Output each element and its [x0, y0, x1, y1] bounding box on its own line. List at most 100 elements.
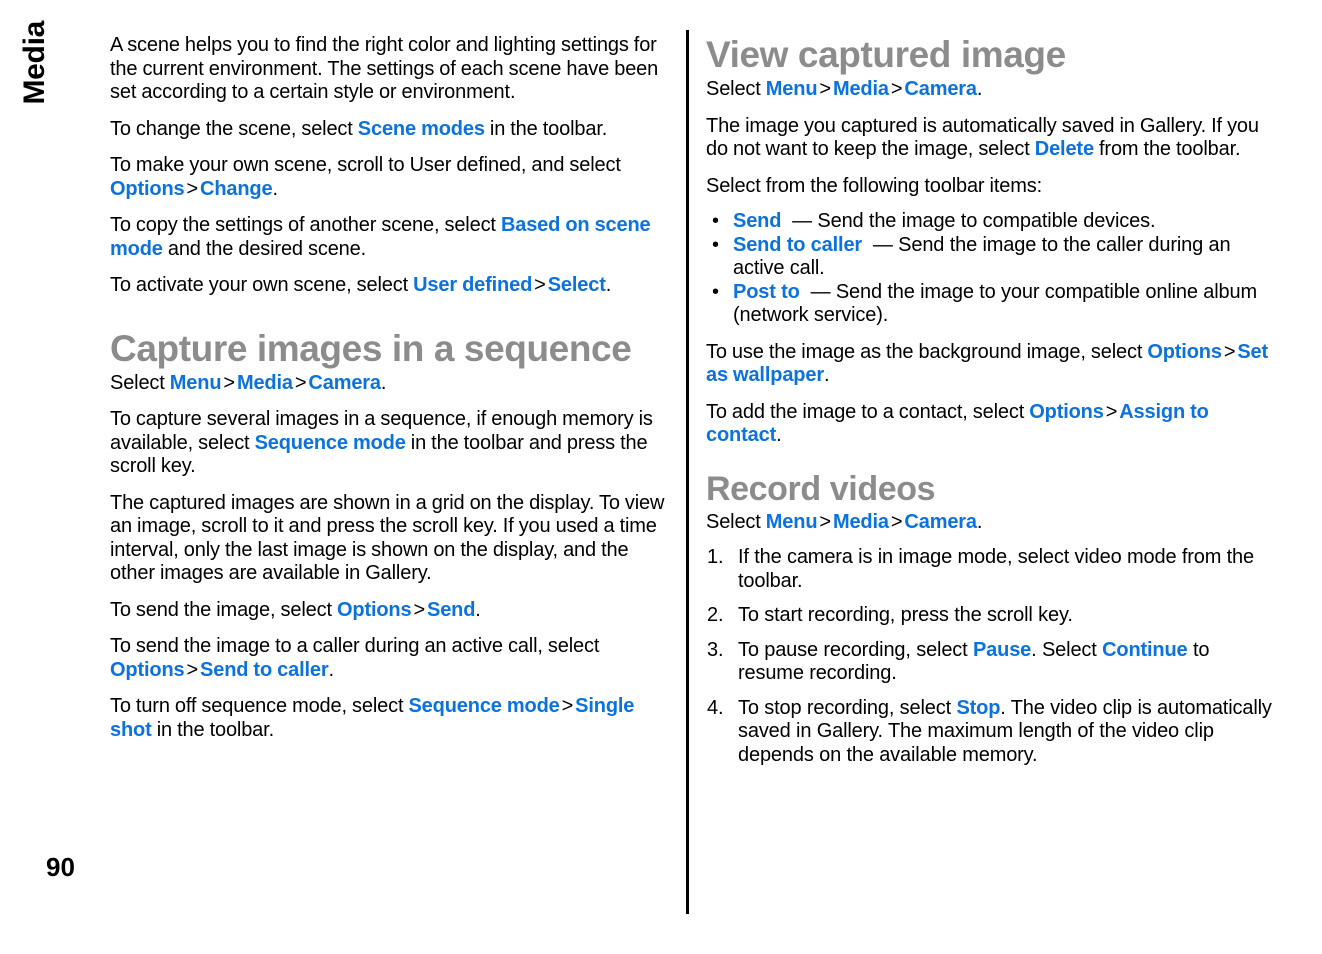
paragraph-auto-saved: The image you captured is automatically …	[706, 115, 1276, 162]
link-camera[interactable]: Camera	[904, 511, 977, 533]
step-number: 1.	[707, 546, 724, 568]
link-send[interactable]: Send	[427, 599, 475, 621]
link-select[interactable]: Select	[548, 274, 606, 296]
page-number: 90	[46, 852, 75, 882]
link-sequence-mode[interactable]: Sequence mode	[408, 695, 559, 717]
link-options[interactable]: Options	[337, 599, 412, 621]
link-menu[interactable]: Menu	[766, 511, 818, 533]
path-separator: >	[294, 371, 307, 394]
list-item: 2. To start recording, press the scroll k…	[706, 604, 1276, 628]
paragraph-select-path-camera: Select Menu > Media > Camera.	[110, 372, 676, 396]
paragraph-change-scene: To change the scene, select Scene modes …	[110, 118, 676, 142]
paragraph-activate-scene: To activate your own scene, select User …	[110, 274, 676, 298]
link-menu[interactable]: Menu	[170, 372, 222, 394]
text-after: in the toolbar.	[484, 117, 608, 140]
em-dash	[862, 234, 873, 256]
text-after: from the toolbar.	[1093, 138, 1241, 160]
paragraph-assign-to-contact: To add the image to a contact, select Op…	[706, 401, 1276, 448]
link-options[interactable]: Options	[1147, 341, 1222, 363]
path-separator: >	[223, 371, 235, 394]
text-before: To pause recording, select	[738, 638, 973, 661]
path-separator: >	[561, 695, 574, 717]
heading-view-captured-image: View captured image	[706, 34, 1066, 75]
link-media[interactable]: Media	[237, 372, 293, 394]
text-after: .	[475, 598, 481, 621]
paragraph-scene-intro: A scene helps you to find the right colo…	[110, 34, 659, 103]
list-item: 1. If the camera is in image mode, select…	[706, 546, 1276, 593]
heading-record-videos: Record videos	[706, 469, 936, 508]
text-before: To change the scene, select	[110, 117, 358, 140]
text-after: and the desired scene.	[162, 237, 367, 260]
step-text: To start recording, press the scroll key…	[738, 604, 1073, 626]
text-after: .	[272, 177, 278, 200]
text-before: Select	[110, 371, 170, 394]
link-user-defined[interactable]: User defined	[413, 274, 532, 296]
text-after: .	[328, 658, 334, 681]
path-separator: >	[1223, 340, 1236, 363]
step-number: 4.	[707, 696, 724, 719]
link-send-to-caller[interactable]: Send to caller	[733, 234, 862, 256]
link-delete[interactable]: Delete	[1035, 138, 1094, 160]
dash-glyph: —	[792, 210, 812, 232]
text-before: To make your own scene, scroll to User d…	[110, 154, 621, 176]
link-send[interactable]: Send	[733, 210, 781, 232]
text-before: To turn off sequence mode, select	[110, 695, 409, 717]
toolbar-items-list: • Send — Send the image to compatible dev…	[706, 210, 1276, 328]
link-scene-modes[interactable]: Scene modes	[358, 118, 485, 140]
text-after: in the toolbar.	[151, 718, 274, 741]
path-separator: >	[186, 177, 199, 200]
paragraph-copy-settings: To copy the settings of another scene, s…	[110, 214, 676, 261]
text-before: To copy the settings of another scene, s…	[110, 214, 501, 236]
paragraph-turn-off-sequence: To turn off sequence mode, select Sequen…	[110, 695, 676, 742]
path-separator: >	[186, 658, 199, 681]
list-item: • Send — Send the image to compatible dev…	[706, 210, 1276, 234]
paragraph-select-path-camera: Select Menu > Media > Camera.	[706, 78, 1276, 102]
paragraph-sequence-intro: To capture several images in a sequence,…	[110, 408, 676, 479]
text-before: To use the image as the background image…	[706, 340, 1148, 363]
text-before: To add the image to a contact, select	[706, 400, 1030, 423]
link-continue[interactable]: Continue	[1102, 639, 1188, 661]
link-send-to-caller[interactable]: Send to caller	[200, 659, 329, 681]
text-after: .	[823, 364, 830, 386]
text-before: To send the image, select	[110, 598, 337, 621]
bullet-icon: •	[712, 210, 719, 232]
step-number: 3.	[707, 638, 724, 661]
text-after: .	[776, 424, 782, 446]
link-stop[interactable]: Stop	[956, 697, 1000, 719]
list-item: • Post to — Send the image to your compat…	[706, 281, 1276, 328]
manual-page: Media 90 A scene helps you to find the r…	[0, 0, 1322, 954]
path-separator: >	[890, 510, 903, 533]
path-separator: >	[819, 510, 831, 533]
text-after: .	[976, 78, 983, 100]
step-number: 2.	[707, 604, 724, 626]
em-dash	[781, 210, 792, 232]
list-item: 4. To stop recording, select Stop. The vi…	[706, 697, 1276, 768]
text-before: To stop recording, select	[738, 696, 957, 719]
link-sequence-mode[interactable]: Sequence mode	[255, 432, 406, 454]
text-before: Select	[706, 78, 766, 100]
chapter-side-tab: Media	[0, 21, 100, 190]
link-pause[interactable]: Pause	[973, 639, 1031, 661]
link-options[interactable]: Options	[110, 178, 185, 200]
link-camera[interactable]: Camera	[308, 372, 381, 394]
text-after: .	[605, 274, 612, 296]
link-change[interactable]: Change	[200, 178, 273, 200]
bullet-icon: •	[712, 233, 719, 256]
link-options[interactable]: Options	[1029, 401, 1104, 423]
column-divider	[686, 30, 689, 914]
link-post-to[interactable]: Post to	[733, 281, 800, 303]
link-camera[interactable]: Camera	[904, 78, 977, 100]
link-options[interactable]: Options	[110, 659, 185, 681]
item-text: Send the image to compatible devices.	[817, 210, 1156, 232]
path-separator: >	[819, 78, 831, 100]
paragraph-send-to-caller: To send the image to a caller during an …	[110, 635, 676, 682]
record-steps-list: 1. If the camera is in image mode, select…	[706, 546, 1276, 767]
link-media[interactable]: Media	[833, 511, 889, 533]
bullet-icon: •	[712, 280, 719, 303]
path-separator: >	[534, 274, 546, 296]
chapter-title: Media	[18, 21, 51, 105]
link-menu[interactable]: Menu	[766, 78, 818, 100]
dash-glyph: —	[810, 280, 831, 303]
link-media[interactable]: Media	[833, 78, 889, 100]
text-mid: . Select	[1031, 638, 1103, 661]
